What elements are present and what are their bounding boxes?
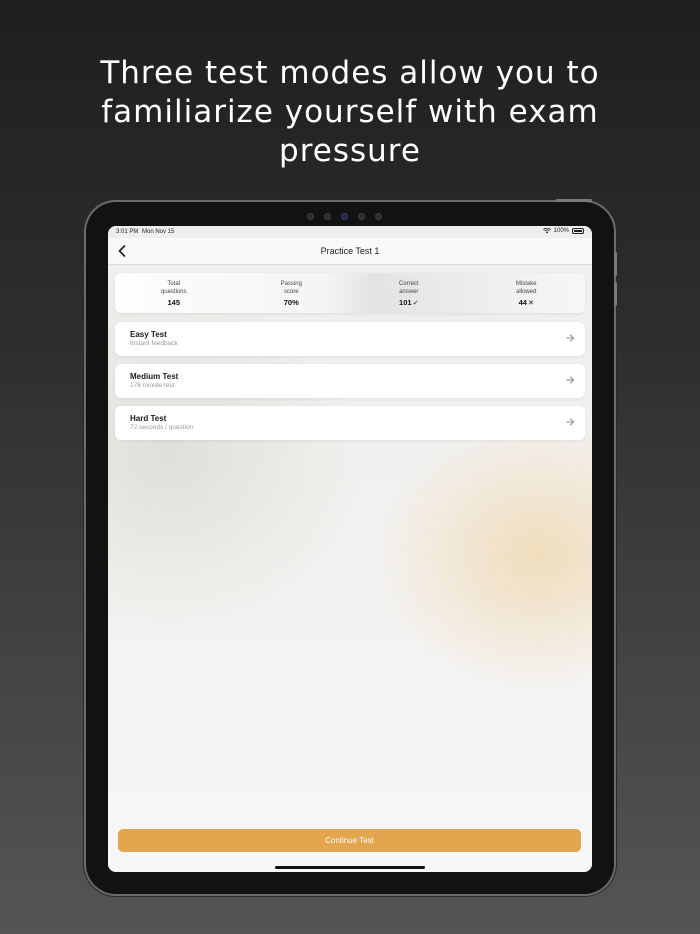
mode-subtitle: Instant feedback bbox=[130, 340, 178, 347]
stat-passing-score: Passing score 70% bbox=[233, 273, 351, 313]
mode-title: Hard Test bbox=[130, 414, 167, 423]
stat-value: 145 bbox=[167, 298, 180, 307]
home-indicator[interactable] bbox=[275, 866, 425, 869]
arrow-right-icon bbox=[566, 334, 574, 342]
stat-correct-answer: Correct answer 101✓ bbox=[350, 273, 468, 313]
navigation-bar: Practice Test 1 bbox=[108, 238, 592, 265]
arrow-right-icon bbox=[566, 418, 574, 426]
stat-label: Mistake bbox=[515, 281, 537, 287]
app-screen: 3:01 PM Mon Nov 15 100% Practice Test 1 bbox=[108, 226, 592, 872]
marketing-headline: Three test modes allow you to familiariz… bbox=[0, 54, 700, 171]
mode-title: Medium Test bbox=[130, 372, 179, 381]
stat-value: 101 bbox=[399, 298, 412, 307]
stat-label: answer bbox=[399, 289, 419, 295]
sensor-icon bbox=[323, 212, 331, 220]
stat-label: Correct bbox=[398, 281, 419, 287]
stat-value: 44 bbox=[518, 298, 527, 307]
stat-total-questions: Total questions 145 bbox=[115, 273, 233, 313]
continue-test-button[interactable]: Continue Test bbox=[118, 829, 581, 852]
status-time: 3:01 PM bbox=[116, 229, 139, 235]
sensor-icon bbox=[374, 212, 382, 220]
stat-label: Passing bbox=[280, 281, 302, 287]
battery-icon bbox=[572, 228, 584, 234]
stat-label: score bbox=[283, 289, 299, 295]
tablet-frame: 3:01 PM Mon Nov 15 100% Practice Test 1 bbox=[86, 199, 617, 894]
stat-value: 70% bbox=[283, 298, 299, 307]
stat-label: questions bbox=[160, 289, 187, 295]
headline-line-3: pressure bbox=[279, 133, 421, 169]
headline-line-1: Three test modes allow you to bbox=[100, 55, 600, 91]
mode-hard-test[interactable]: Hard Test 72 seconds / question bbox=[115, 406, 585, 440]
mode-subtitle: 72 seconds / question bbox=[130, 424, 194, 431]
battery-percent: 100% bbox=[553, 228, 569, 234]
cross-icon: ✕ bbox=[527, 300, 534, 307]
arrow-right-icon bbox=[566, 376, 574, 384]
stat-label: Total bbox=[167, 281, 181, 287]
page-title: Practice Test 1 bbox=[320, 246, 380, 256]
camera-array bbox=[294, 210, 394, 222]
camera-lens-icon bbox=[340, 212, 348, 220]
headline-line-2: familiarize yourself with exam bbox=[101, 94, 599, 130]
mode-subtitle: 176 minute test bbox=[130, 382, 175, 389]
sensor-icon bbox=[357, 212, 365, 220]
wifi-icon bbox=[542, 228, 551, 234]
power-button bbox=[556, 199, 592, 202]
stat-label: allowed bbox=[516, 289, 537, 295]
stats-summary-card: Total questions 145 Passing score 70% Co… bbox=[115, 273, 585, 313]
check-icon: ✓ bbox=[412, 300, 419, 307]
mode-medium-test[interactable]: Medium Test 176 minute test bbox=[115, 364, 585, 398]
sensor-icon bbox=[306, 212, 314, 220]
volume-up-button bbox=[614, 252, 617, 276]
mode-easy-test[interactable]: Easy Test Instant feedback bbox=[115, 322, 585, 356]
status-bar: 3:01 PM Mon Nov 15 100% bbox=[108, 226, 592, 238]
stat-mistake-allowed: Mistake allowed 44✕ bbox=[468, 273, 586, 313]
status-date: Mon Nov 15 bbox=[142, 229, 175, 235]
volume-down-button bbox=[614, 282, 617, 306]
mode-title: Easy Test bbox=[130, 330, 167, 339]
